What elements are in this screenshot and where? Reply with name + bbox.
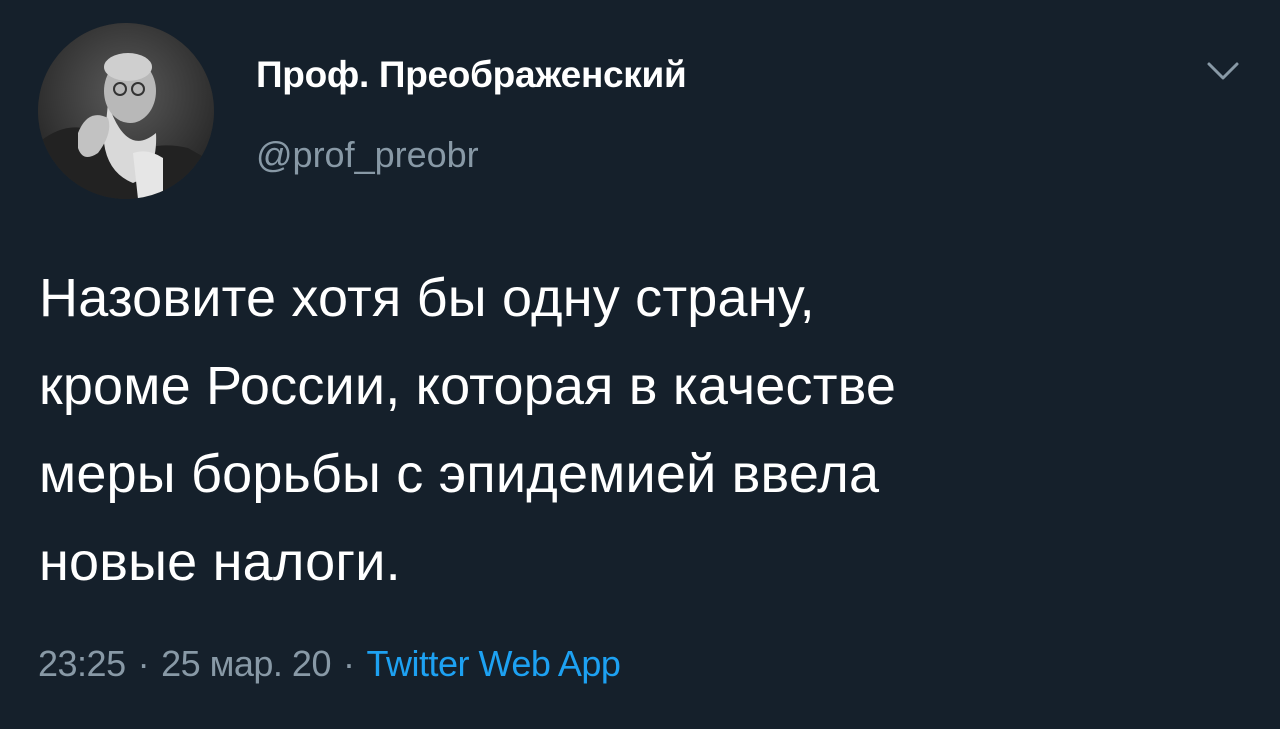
tweet-text-line: Назовите хотя бы одну страну, xyxy=(39,268,815,328)
tweet-text-line: меры борьбы с эпидемией ввела xyxy=(39,444,880,504)
meta-separator: · xyxy=(137,643,150,684)
tweet-date[interactable]: 25 мар. 20 xyxy=(161,643,331,684)
tweet-meta: 23:25 · 25 мар. 20 · Twitter Web App xyxy=(38,643,621,685)
meta-separator: · xyxy=(342,643,355,684)
tweet-text: Назовите хотя бы одну страну, кроме Росс… xyxy=(39,254,1239,606)
tweet-text-line: кроме России, которая в качестве xyxy=(39,356,897,416)
author-avatar[interactable] xyxy=(38,23,214,199)
tweet-card: Проф. Преображенский @prof_preobr Назови… xyxy=(0,0,1280,729)
tweet-text-line: новые налоги. xyxy=(39,532,401,592)
avatar-photo-icon xyxy=(38,23,214,199)
tweet-time[interactable]: 23:25 xyxy=(38,643,126,684)
tweet-source-link[interactable]: Twitter Web App xyxy=(366,643,620,684)
author-handle[interactable]: @prof_preobr xyxy=(256,134,479,176)
chevron-down-icon[interactable] xyxy=(1200,52,1246,92)
author-display-name[interactable]: Проф. Преображенский xyxy=(256,54,687,96)
